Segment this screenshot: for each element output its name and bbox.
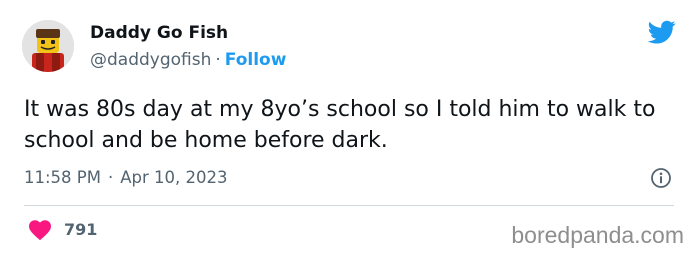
tweet-time: 11:58 PM	[24, 168, 101, 187]
twitter-bird-icon[interactable]	[645, 18, 679, 46]
divider	[24, 205, 674, 206]
like-count[interactable]: 791	[64, 220, 97, 239]
avatar[interactable]	[22, 20, 74, 72]
heart-icon[interactable]	[28, 219, 52, 241]
timestamp-separator: ·	[107, 168, 114, 187]
info-icon[interactable]	[650, 167, 672, 189]
author-handle-row: @daddygofish · Follow	[90, 50, 286, 70]
author-handle[interactable]: @daddygofish	[90, 50, 211, 70]
tweet-date: Apr 10, 2023	[120, 168, 228, 187]
tweet-timestamp[interactable]: 11:58 PM · Apr 10, 2023	[24, 168, 228, 187]
handle-separator: ·	[215, 50, 221, 70]
author-display-name[interactable]: Daddy Go Fish	[90, 23, 228, 43]
tweet-text: It was 80s day at my 8yo’s school so I t…	[24, 97, 656, 153]
follow-button[interactable]: Follow	[225, 50, 287, 70]
watermark: boredpanda.com	[511, 222, 684, 248]
